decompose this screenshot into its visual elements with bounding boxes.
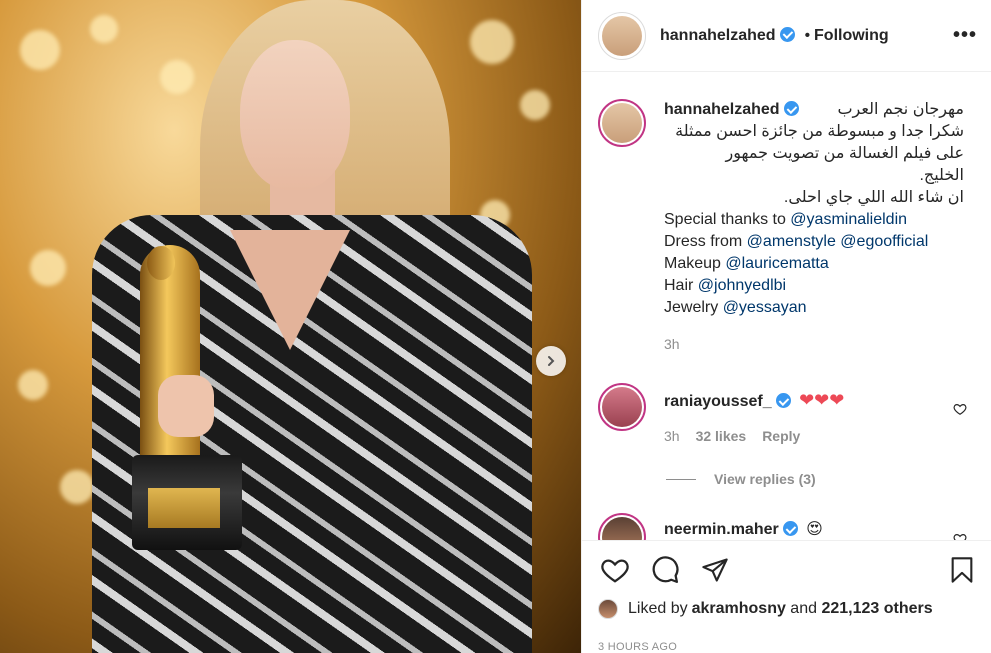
caption: hannahelzahed مهرجان نجم العرب شكرا جدا … bbox=[598, 99, 964, 355]
reply-button[interactable]: Reply bbox=[762, 425, 800, 447]
comment-body: neermin.maher 😍 bbox=[664, 513, 823, 540]
credit-line: Jewelry @yessayan bbox=[664, 297, 964, 319]
post-header: hannahelzahed • Following ••• bbox=[582, 0, 991, 72]
view-replies-label: View replies (3) bbox=[714, 471, 816, 487]
share-button[interactable] bbox=[698, 553, 732, 587]
comments-scroll[interactable]: hannahelzahed مهرجان نجم العرب شكرا جدا … bbox=[582, 73, 991, 540]
liker-username[interactable]: akramhosny bbox=[692, 600, 786, 618]
commenter-username[interactable]: neermin.maher bbox=[664, 521, 779, 538]
trophy-head bbox=[147, 246, 175, 280]
comment-like-heart-icon[interactable] bbox=[953, 532, 967, 540]
credit-line: Makeup @lauricematta bbox=[664, 253, 964, 275]
post-photo[interactable] bbox=[0, 0, 581, 653]
photo-neckline bbox=[230, 230, 350, 350]
verified-badge-icon bbox=[779, 26, 795, 42]
action-icons bbox=[598, 553, 732, 587]
likes-count[interactable]: 221,123 others bbox=[821, 600, 932, 618]
author-username[interactable]: hannahelzahed bbox=[660, 27, 776, 44]
commenter-avatar[interactable] bbox=[598, 513, 646, 540]
author-avatar[interactable] bbox=[598, 11, 646, 60]
caption-arabic-line: مهرجان نجم العرب bbox=[837, 101, 964, 118]
caption-first-line: hannahelzahed مهرجان نجم العرب bbox=[664, 99, 964, 121]
comment-text: ❤❤❤ bbox=[799, 390, 845, 410]
post-timestamp[interactable]: 3 HOURS AGO bbox=[598, 641, 677, 653]
photo-hand bbox=[158, 375, 214, 437]
mention-link[interactable]: @lauricematta bbox=[725, 255, 828, 272]
credit-line: Hair @johnyedlbi bbox=[664, 275, 964, 297]
caption-arabic-line: الخليج. bbox=[919, 167, 964, 184]
bokeh-light bbox=[90, 15, 118, 43]
caption-body: hannahelzahed مهرجان نجم العرب شكرا جدا … bbox=[664, 99, 964, 355]
bokeh-light bbox=[470, 20, 514, 64]
comment-likes[interactable]: 32 likes bbox=[696, 425, 747, 447]
likes-summary: Liked by akramhosny and 221,123 others bbox=[598, 599, 933, 619]
bokeh-light bbox=[60, 470, 94, 504]
likes-prefix: Liked by bbox=[628, 600, 688, 617]
credit-label: Jewelry bbox=[664, 299, 723, 316]
mention-link[interactable]: @johnyedlbi bbox=[698, 277, 786, 294]
comment-text: 😍 bbox=[806, 521, 823, 538]
post-side-panel: hannahelzahed • Following ••• hannahelzah… bbox=[581, 0, 991, 653]
mention-link[interactable]: @egoofficial bbox=[840, 233, 928, 250]
bokeh-light bbox=[30, 250, 66, 286]
caption-username[interactable]: hannahelzahed bbox=[664, 101, 780, 118]
bokeh-light bbox=[520, 90, 550, 120]
verified-badge-icon bbox=[783, 101, 799, 116]
credit-line: Dress from @amenstyle @egoofficial bbox=[664, 231, 964, 253]
credit-line: Special thanks to @yasminalieldin bbox=[664, 209, 964, 231]
caption-arabic-line: على فيلم الغسالة من تصويت جمهور bbox=[725, 145, 964, 162]
verified-badge-icon bbox=[775, 393, 791, 408]
post-container: hannahelzahed • Following ••• hannahelzah… bbox=[0, 0, 991, 653]
view-replies-button[interactable]: View replies (3) bbox=[666, 471, 816, 487]
like-button[interactable] bbox=[598, 553, 632, 587]
comment-button[interactable] bbox=[648, 553, 682, 587]
comment-body: raniayoussef_ ❤❤❤ 3h 32 likes Reply bbox=[664, 383, 844, 447]
bokeh-light bbox=[18, 370, 48, 400]
bokeh-light bbox=[20, 30, 60, 70]
caption-arabic-line: شكرا جدا و مبسوطة من جائزة احسن ممثلة bbox=[675, 123, 964, 140]
replies-divider bbox=[666, 478, 696, 480]
credit-label: Hair bbox=[664, 277, 698, 294]
mention-link[interactable]: @yasminalieldin bbox=[790, 211, 907, 228]
mention-link[interactable]: @amenstyle bbox=[747, 233, 836, 250]
commenter-avatar[interactable] bbox=[598, 383, 646, 431]
chevron-right-icon bbox=[548, 356, 555, 366]
comment-icon bbox=[652, 556, 679, 583]
liker-avatar[interactable] bbox=[598, 599, 618, 619]
post-actions: Liked by akramhosny and 221,123 others 3… bbox=[582, 540, 991, 653]
following-button[interactable]: Following bbox=[814, 27, 889, 44]
comment-like-heart-icon[interactable] bbox=[953, 402, 967, 416]
caption-time[interactable]: 3h bbox=[664, 333, 964, 355]
comment-item: raniayoussef_ ❤❤❤ 3h 32 likes Reply bbox=[598, 383, 844, 447]
credit-label: Dress from bbox=[664, 233, 747, 250]
likes-middle: and bbox=[785, 600, 822, 617]
photo-face bbox=[240, 40, 350, 190]
caption-arabic-line: ان شاء الله اللي جاي احلى. bbox=[783, 189, 964, 206]
author-info: hannahelzahed • Following bbox=[660, 26, 889, 45]
more-options-button[interactable]: ••• bbox=[953, 24, 977, 47]
paper-plane-icon bbox=[702, 558, 728, 582]
save-button[interactable] bbox=[945, 553, 979, 587]
caption-avatar[interactable] bbox=[598, 99, 646, 147]
commenter-username[interactable]: raniayoussef_ bbox=[664, 393, 772, 410]
comment-time[interactable]: 3h bbox=[664, 425, 680, 447]
credit-label: Special thanks to bbox=[664, 211, 791, 228]
credit-label: Makeup bbox=[664, 255, 726, 272]
heart-icon bbox=[601, 559, 629, 583]
bookmark-icon bbox=[951, 557, 973, 583]
verified-badge-icon bbox=[782, 521, 798, 536]
comment-item: neermin.maher 😍 bbox=[598, 513, 823, 540]
separator-dot: • bbox=[804, 26, 811, 44]
mention-link[interactable]: @yessayan bbox=[723, 299, 807, 316]
next-photo-button[interactable] bbox=[536, 346, 566, 376]
trophy-plate bbox=[148, 488, 220, 528]
trophy-statue bbox=[140, 245, 200, 475]
comment-meta: 3h 32 likes Reply bbox=[664, 425, 844, 447]
bokeh-light bbox=[160, 60, 194, 94]
